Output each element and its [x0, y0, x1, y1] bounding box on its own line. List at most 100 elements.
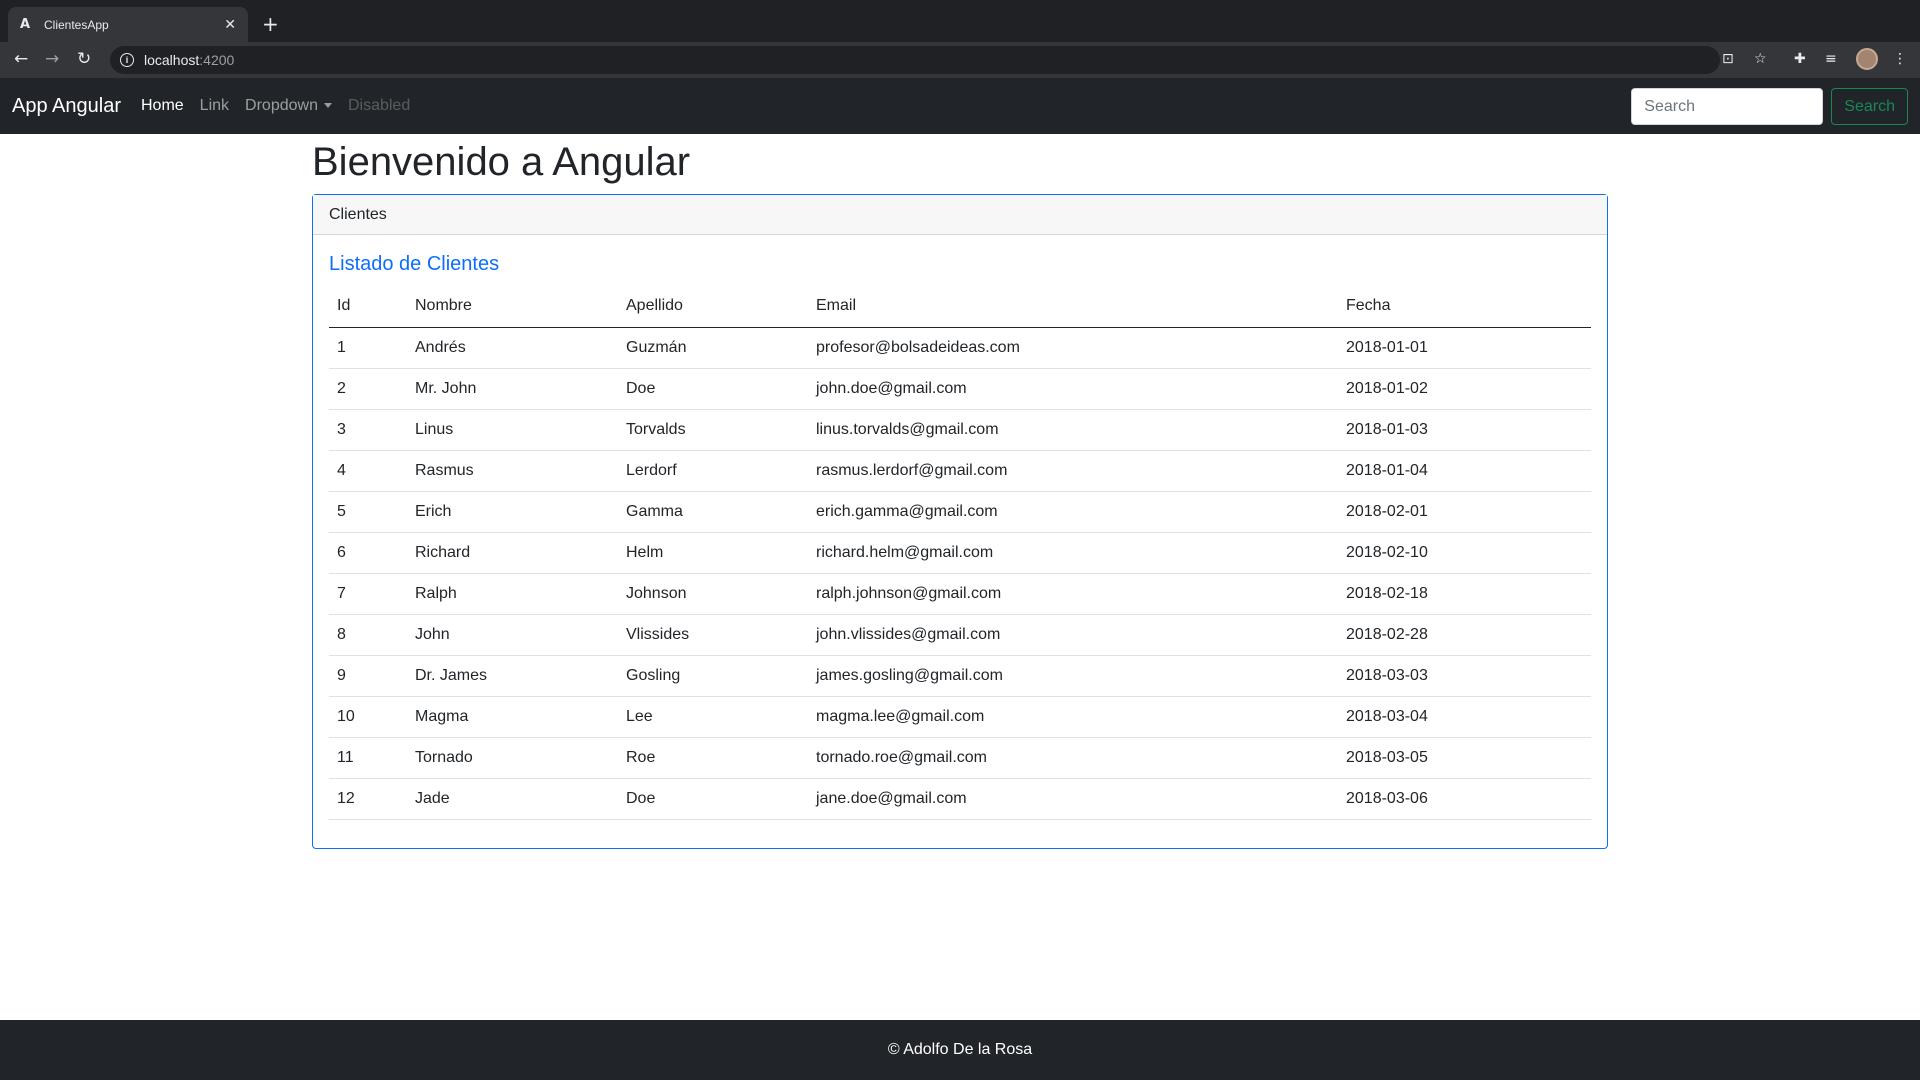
- close-tab-icon[interactable]: ✕: [224, 17, 236, 33]
- column-header-fecha: Fecha: [1338, 286, 1591, 328]
- search-form: Search: [1631, 88, 1908, 125]
- forward-icon[interactable]: →: [45, 49, 59, 69]
- menu-kebab-icon[interactable]: ⋮: [1893, 51, 1907, 67]
- column-header-id: Id: [329, 286, 407, 328]
- cell-apellido: Vlissides: [618, 614, 808, 656]
- cell-apellido: Gosling: [618, 655, 808, 697]
- cell-id: 6: [329, 532, 407, 574]
- cell-id: 3: [329, 409, 407, 451]
- cell-fecha: 2018-03-03: [1338, 655, 1591, 697]
- media-control-icon[interactable]: ≡: [1825, 51, 1837, 67]
- extensions-icon[interactable]: ✚: [1794, 51, 1806, 67]
- cell-apellido: Lerdorf: [618, 450, 808, 492]
- cell-fecha: 2018-01-03: [1338, 409, 1591, 451]
- cell-email: linus.torvalds@gmail.com: [808, 409, 1338, 451]
- cell-fecha: 2018-03-04: [1338, 696, 1591, 738]
- nav-dropdown-label: Dropdown: [245, 97, 318, 114]
- nav-link-link[interactable]: Link: [192, 97, 237, 115]
- cell-fecha: 2018-01-02: [1338, 368, 1591, 410]
- table-row: 10 Magma Lee magma.lee@gmail.com 2018-03-04: [329, 696, 1591, 738]
- cell-nombre: Dr. James: [407, 655, 618, 697]
- profile-avatar[interactable]: [1856, 48, 1878, 70]
- nav-links: Home Link Dropdown Disabled: [133, 97, 418, 115]
- caret-down-icon: [323, 103, 332, 109]
- cell-fecha: 2018-01-04: [1338, 450, 1591, 492]
- cell-id: 12: [329, 778, 407, 820]
- url-port: :4200: [199, 52, 235, 68]
- browser-toolbar: ← → ↻ i localhost:4200 ⊡ ☆ ✚ ≡ ⋮: [0, 42, 1920, 78]
- cell-email: tornado.roe@gmail.com: [808, 737, 1338, 779]
- cell-id: 1: [329, 327, 407, 369]
- table-row: 3 Linus Torvalds linus.torvalds@gmail.com 20…: [329, 409, 1591, 451]
- cell-fecha: 2018-01-01: [1338, 327, 1591, 369]
- table-row: 11 Tornado Roe tornado.roe@gmail.com 2018-03…: [329, 737, 1591, 779]
- browser-tabbar: A ClientesApp ✕ +: [0, 0, 1920, 42]
- cell-apellido: Lee: [618, 696, 808, 738]
- bookmark-star-icon[interactable]: ☆: [1754, 51, 1767, 67]
- column-header-nombre: Nombre: [407, 286, 618, 328]
- card-body: Listado de Clientes Id Nombre Apellido E…: [313, 235, 1607, 836]
- footer-text: © Adolfo De la Rosa: [887, 1041, 1033, 1058]
- cell-nombre: Richard: [407, 532, 618, 574]
- cell-email: rasmus.lerdorf@gmail.com: [808, 450, 1338, 492]
- cell-apellido: Guzmán: [618, 327, 808, 369]
- info-icon[interactable]: i: [120, 53, 134, 67]
- page-title: Bienvenido a Angular: [312, 140, 691, 184]
- cell-fecha: 2018-02-18: [1338, 573, 1591, 615]
- table-row: 4 Rasmus Lerdorf rasmus.lerdorf@gmail.com 20…: [329, 450, 1591, 492]
- column-header-email: Email: [808, 286, 1338, 328]
- cell-fecha: 2018-02-28: [1338, 614, 1591, 656]
- card-title: Listado de Clientes: [329, 253, 500, 275]
- column-header-apellido: Apellido: [618, 286, 808, 328]
- cell-email: james.gosling@gmail.com: [808, 655, 1338, 697]
- browser-tab[interactable]: A ClientesApp ✕: [8, 7, 248, 42]
- cell-id: 4: [329, 450, 407, 492]
- cell-apellido: Johnson: [618, 573, 808, 615]
- table-row: 1 Andrés Guzmán profesor@bolsadeideas.com 20…: [329, 327, 1591, 369]
- clients-table: Id Nombre Apellido Email Fecha 1 Andrés Gu…: [329, 286, 1591, 820]
- cell-id: 2: [329, 368, 407, 410]
- cell-email: profesor@bolsadeideas.com: [808, 327, 1338, 369]
- cell-email: magma.lee@gmail.com: [808, 696, 1338, 738]
- cell-email: john.doe@gmail.com: [808, 368, 1338, 410]
- app-navbar: App Angular Home Link Dropdown Disabled …: [0, 78, 1920, 134]
- cell-nombre: Mr. John: [407, 368, 618, 410]
- cell-nombre: Jade: [407, 778, 618, 820]
- table-row: 12 Jade Doe jane.doe@gmail.com 2018-03-06: [329, 778, 1591, 820]
- cell-apellido: Doe: [618, 778, 808, 820]
- cell-apellido: Torvalds: [618, 409, 808, 451]
- navbar-brand[interactable]: App Angular: [12, 95, 121, 118]
- cell-email: ralph.johnson@gmail.com: [808, 573, 1338, 615]
- cell-email: john.vlissides@gmail.com: [808, 614, 1338, 656]
- cell-nombre: Rasmus: [407, 450, 618, 492]
- table-row: 8 John Vlissides john.vlissides@gmail.com 20…: [329, 614, 1591, 656]
- cell-nombre: Ralph: [407, 573, 618, 615]
- reload-icon[interactable]: ↻: [77, 49, 91, 69]
- cell-nombre: John: [407, 614, 618, 656]
- cell-fecha: 2018-03-05: [1338, 737, 1591, 779]
- cell-id: 10: [329, 696, 407, 738]
- cell-nombre: Magma: [407, 696, 618, 738]
- table-header-row: Id Nombre Apellido Email Fecha: [329, 286, 1591, 328]
- cell-email: richard.helm@gmail.com: [808, 532, 1338, 574]
- page-footer: © Adolfo De la Rosa: [0, 1020, 1920, 1080]
- cell-nombre: Andrés: [407, 327, 618, 369]
- back-icon[interactable]: ←: [14, 49, 28, 69]
- table-row: 5 Erich Gamma erich.gamma@gmail.com 2018-02-…: [329, 491, 1591, 533]
- translate-icon[interactable]: ⊡: [1722, 51, 1734, 67]
- cell-email: erich.gamma@gmail.com: [808, 491, 1338, 533]
- table-body: 1 Andrés Guzmán profesor@bolsadeideas.com 20…: [329, 327, 1591, 820]
- new-tab-icon[interactable]: +: [262, 12, 279, 36]
- url-host: localhost: [144, 52, 200, 68]
- cell-id: 11: [329, 737, 407, 779]
- nav-dropdown[interactable]: Dropdown: [237, 97, 340, 115]
- nav-link-home[interactable]: Home: [133, 97, 192, 115]
- card-header: Clientes: [313, 195, 1607, 235]
- tab-title: ClientesApp: [44, 17, 109, 32]
- search-button[interactable]: Search: [1831, 88, 1908, 125]
- address-bar[interactable]: i localhost:4200: [110, 46, 1720, 74]
- cell-id: 8: [329, 614, 407, 656]
- search-input[interactable]: [1631, 88, 1824, 125]
- cell-fecha: 2018-03-06: [1338, 778, 1591, 820]
- table-row: 2 Mr. John Doe john.doe@gmail.com 2018-01-02: [329, 368, 1591, 410]
